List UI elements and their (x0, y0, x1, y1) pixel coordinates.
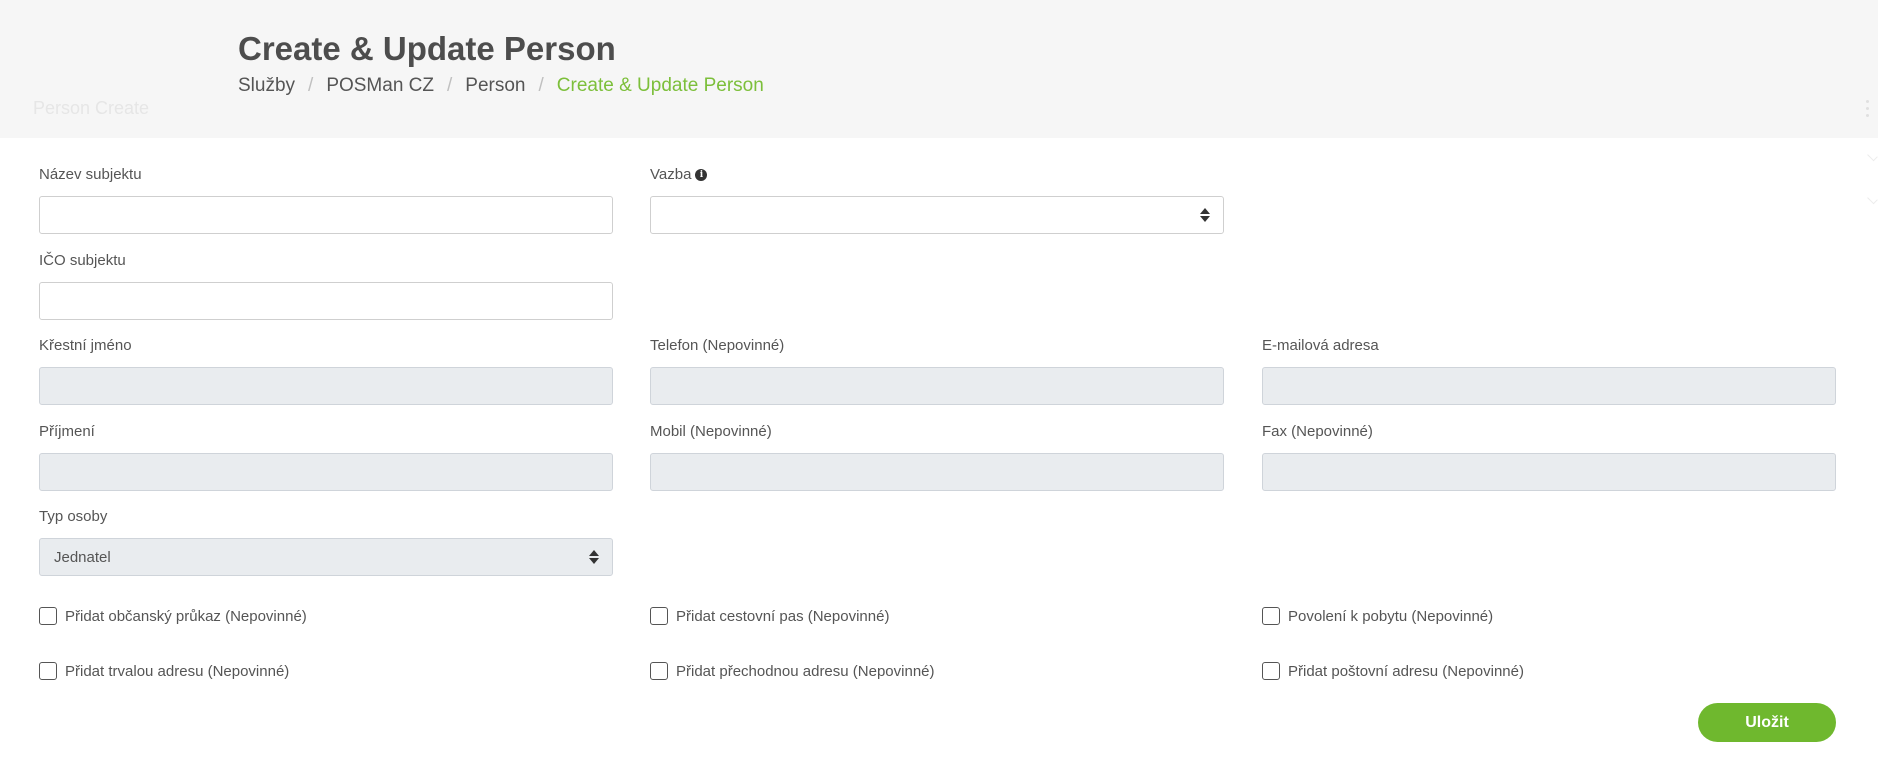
checkbox-label: Přidat cestovní pas (Nepovinné) (676, 607, 890, 625)
nazev-subjektu-label-text: Název subjektu (39, 166, 142, 183)
fax-label-text: Fax (Nepovinné) (1262, 423, 1373, 440)
breadcrumb-item-current: Create & Update Person (556, 75, 764, 96)
vazba-label-text: Vazba (650, 166, 692, 183)
mobil-label-text: Mobil (Nepovinné) (650, 423, 772, 440)
checkbox-povoleni-k-pobytu[interactable]: Povolení k pobytu (Nepovinné) (1262, 607, 1493, 625)
breadcrumb-item-sluzby[interactable]: Služby (238, 75, 295, 97)
ghost-card-title: Person Create (33, 98, 150, 118)
typ-osoby-select-value: Jednatel (54, 548, 111, 566)
telefon-label: Telefon (Nepovinné) (650, 337, 784, 354)
breadcrumb-item-posman-cz[interactable]: POSMan CZ (326, 75, 434, 97)
typ-osoby-select[interactable]: Jednatel (39, 538, 613, 576)
checkbox-label: Přidat poštovní adresu (Nepovinné) (1288, 662, 1524, 680)
telefon-label-text: Telefon (Nepovinné) (650, 337, 785, 354)
checkbox-box[interactable] (650, 607, 668, 625)
checkbox-label: Povolení k pobytu (Nepovinné) (1288, 607, 1494, 625)
checkbox-label: Přidat přechodnou adresu (Nepovinné) (676, 662, 935, 680)
breadcrumb: Služby / POSMan CZ / Person / Create & U… (238, 75, 764, 97)
email-label-text: E-mailová adresa (1262, 337, 1379, 354)
prijmeni-input[interactable] (39, 453, 613, 491)
checkbox-obcansky-prukaz[interactable]: Přidat občanský průkaz (Nepovinné) (39, 607, 307, 625)
checkbox-box[interactable] (1262, 607, 1280, 625)
fax-label: Fax (Nepovinné) (1262, 423, 1373, 440)
save-button[interactable]: Uložit (1698, 703, 1836, 742)
breadcrumb-separator: / (447, 75, 453, 96)
mobil-input[interactable] (650, 453, 1224, 491)
more-options-icon[interactable] (1864, 100, 1870, 120)
page-header: Person Create Create & Update Person Slu… (0, 0, 1878, 138)
prijmeni-label: Příjmení (39, 423, 95, 440)
vazba-select[interactable] (650, 196, 1224, 234)
prijmeni-label-text: Příjmení (39, 423, 95, 440)
nazev-subjektu-input[interactable] (39, 196, 613, 234)
chevron-down-icon (1867, 150, 1878, 162)
krestni-jmeno-input[interactable] (39, 367, 613, 405)
breadcrumb-item-person[interactable]: Person (465, 75, 525, 97)
checkbox-postovni-adresa[interactable]: Přidat poštovní adresu (Nepovinné) (1262, 662, 1524, 680)
ico-subjektu-input[interactable] (39, 282, 613, 320)
typ-osoby-label-text: Typ osoby (39, 508, 108, 525)
info-icon[interactable]: i (695, 168, 708, 181)
checkbox-trvala-adresa[interactable]: Přidat trvalou adresu (Nepovinné) (39, 662, 289, 680)
email-label: E-mailová adresa (1262, 337, 1379, 354)
ico-subjektu-label: IČO subjektu (39, 252, 126, 269)
typ-osoby-label: Typ osoby (39, 508, 107, 525)
checkbox-box[interactable] (1262, 662, 1280, 680)
checkbox-cestovni-pas[interactable]: Přidat cestovní pas (Nepovinné) (650, 607, 889, 625)
checkbox-box[interactable] (650, 662, 668, 680)
page-title: Create & Update Person (238, 30, 616, 67)
sort-arrows-icon (589, 549, 599, 565)
krestni-jmeno-label: Křestní jméno (39, 337, 132, 354)
breadcrumb-separator: / (308, 75, 314, 96)
breadcrumb-separator: / (538, 75, 544, 96)
chevron-down-icon (1867, 193, 1878, 205)
krestni-jmeno-label-text: Křestní jméno (39, 337, 132, 354)
nazev-subjektu-label: Název subjektu (39, 166, 142, 183)
fax-input[interactable] (1262, 453, 1836, 491)
checkbox-box[interactable] (39, 607, 57, 625)
email-input[interactable] (1262, 367, 1836, 405)
checkbox-box[interactable] (39, 662, 57, 680)
mobil-label: Mobil (Nepovinné) (650, 423, 772, 440)
telefon-input[interactable] (650, 367, 1224, 405)
checkbox-label: Přidat trvalou adresu (Nepovinné) (65, 662, 290, 680)
sort-arrows-icon (1200, 207, 1210, 223)
checkbox-prechodna-adresa[interactable]: Přidat přechodnou adresu (Nepovinné) (650, 662, 935, 680)
checkbox-label: Přidat občanský průkaz (Nepovinné) (65, 607, 307, 625)
vazba-label: Vazba i (650, 166, 708, 183)
ico-subjektu-label-text: IČO subjektu (39, 252, 126, 269)
